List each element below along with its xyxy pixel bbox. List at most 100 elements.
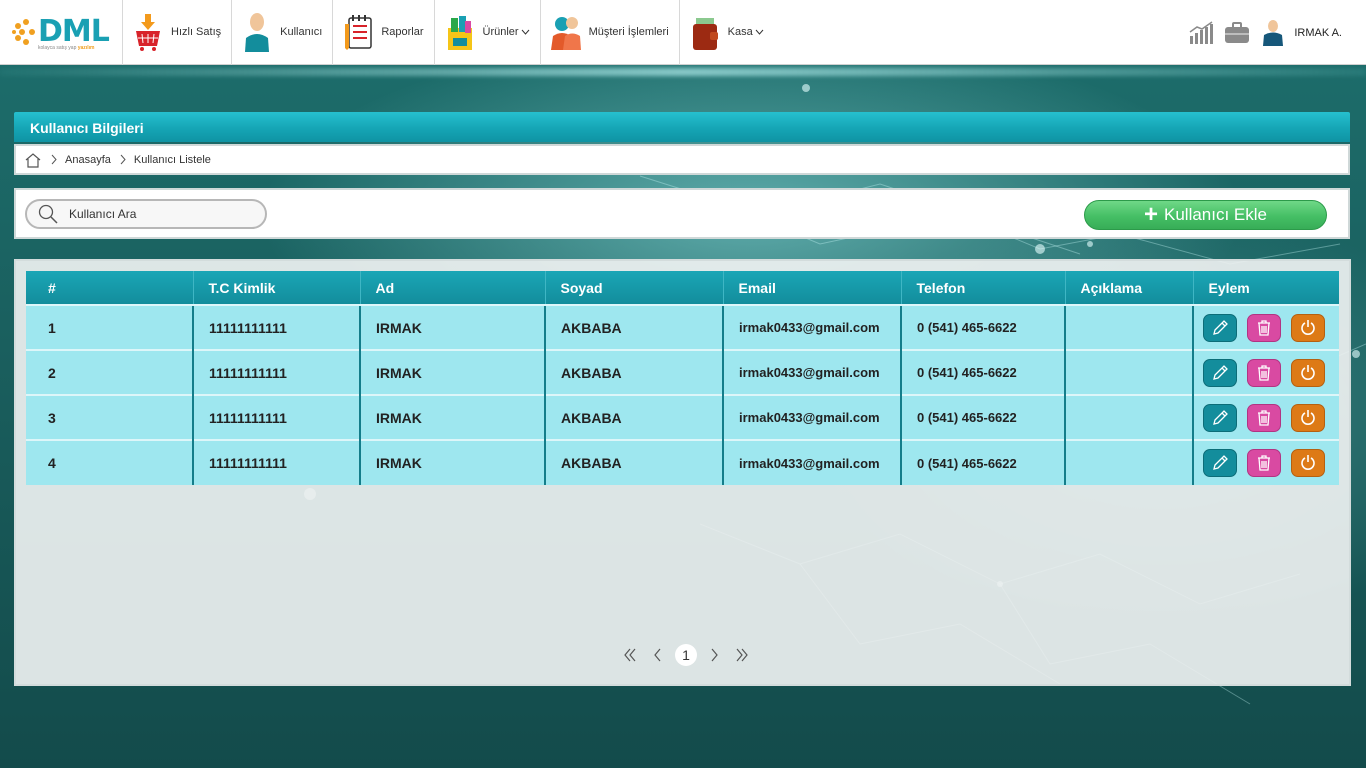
shopping-bag-icon (447, 16, 472, 50)
breadcrumb-home-link[interactable]: Anasayfa (65, 154, 111, 166)
cell-ad: IRMAK (359, 439, 545, 485)
add-user-label: Kullanıcı Ekle (1164, 205, 1267, 224)
last-page-button[interactable] (731, 644, 753, 666)
top-navbar: DML kolayca satış yap yazılım Hızlı Satı… (0, 0, 1366, 65)
cell-tc: 11111111111 (192, 304, 360, 350)
decorative-glow (0, 68, 1366, 76)
cell-ad: IRMAK (359, 349, 545, 395)
col-header-aciklama[interactable]: Açıklama (1064, 271, 1193, 305)
double-chevron-left-icon (624, 648, 636, 662)
cell-tc: 11111111111 (192, 439, 360, 485)
app-logo[interactable]: DML kolayca satış yap yazılım (0, 0, 122, 65)
next-page-button[interactable] (703, 644, 725, 666)
bar-chart-icon[interactable] (1188, 20, 1214, 46)
cell-actions (1192, 304, 1339, 350)
cell-email: irmak0433@gmail.com (722, 304, 901, 350)
table-row: 1 11111111111 IRMAK AKBABA irmak0433@gma… (26, 304, 1339, 350)
prev-page-button[interactable] (647, 644, 669, 666)
pencil-icon (1213, 364, 1228, 380)
cell-ad: IRMAK (359, 394, 545, 440)
logo-tag: yazılım (77, 44, 95, 51)
cell-no: 3 (26, 394, 193, 440)
delete-button[interactable] (1247, 449, 1281, 477)
cell-telefon: 0 (541) 465-6622 (900, 439, 1065, 485)
reset-icon (1301, 319, 1315, 335)
briefcase-icon[interactable] (1224, 20, 1250, 46)
cell-actions (1192, 439, 1339, 485)
user-icon (245, 13, 270, 52)
double-chevron-right-icon (736, 648, 748, 662)
col-header-email[interactable]: Email (722, 271, 901, 305)
reset-button[interactable] (1291, 403, 1325, 432)
col-header-telefon[interactable]: Telefon (900, 271, 1065, 305)
trash-icon (1258, 364, 1270, 381)
edit-button[interactable] (1203, 358, 1237, 387)
user-table: # T.C Kimlik Ad Soyad Email Telefon Açık… (26, 271, 1339, 485)
chevron-right-icon (711, 648, 718, 662)
basket-icon (136, 14, 160, 51)
reset-button[interactable] (1291, 449, 1325, 477)
nav-label: Kullanıcı (280, 26, 323, 38)
trash-icon (1258, 319, 1270, 336)
search-input[interactable] (69, 207, 249, 221)
nav-item-kullanici[interactable]: Kullanıcı (231, 0, 332, 65)
cell-telefon: 0 (541) 465-6622 (900, 304, 1065, 350)
delete-button[interactable] (1247, 313, 1281, 342)
search-icon (38, 204, 58, 224)
cell-aciklama (1064, 394, 1193, 440)
cell-telefon: 0 (541) 465-6622 (900, 349, 1065, 395)
col-header-tc[interactable]: T.C Kimlik (192, 271, 360, 305)
logo-subtitle: kolayca satış yap (38, 44, 77, 51)
user-avatar-icon[interactable] (1260, 19, 1286, 46)
customers-icon (550, 17, 581, 50)
cell-actions (1192, 349, 1339, 395)
table-panel: # T.C Kimlik Ad Soyad Email Telefon Açık… (14, 259, 1351, 686)
cell-actions (1192, 394, 1339, 440)
nav-label: Hızlı Satış (171, 26, 222, 38)
nav-right: IRMAK A. (1178, 0, 1342, 65)
reset-button[interactable] (1291, 358, 1325, 387)
edit-button[interactable] (1203, 449, 1237, 477)
wallet-icon (692, 18, 718, 50)
table-row: 4 11111111111 IRMAK AKBABA irmak0433@gma… (26, 439, 1339, 485)
delete-button[interactable] (1247, 403, 1281, 432)
edit-button[interactable] (1203, 313, 1237, 342)
cell-no: 4 (26, 439, 193, 485)
search-box[interactable] (25, 199, 267, 229)
cell-tc: 11111111111 (192, 349, 360, 395)
reset-icon (1301, 455, 1315, 470)
breadcrumb: Anasayfa Kullanıcı Listele (14, 144, 1350, 175)
cell-soyad: AKBABA (544, 304, 723, 350)
table-row: 2 11111111111 IRMAK AKBABA irmak0433@gma… (26, 349, 1339, 395)
col-header-soyad[interactable]: Soyad (544, 271, 723, 305)
chevron-right-icon (51, 154, 57, 165)
reset-button[interactable] (1291, 313, 1325, 342)
user-name[interactable]: IRMAK A. (1294, 27, 1342, 39)
col-header-no[interactable]: # (26, 271, 193, 305)
chevron-down-icon (755, 29, 764, 35)
cell-soyad: AKBABA (544, 394, 723, 440)
page-number[interactable]: 1 (675, 644, 697, 666)
logo-text: DML (38, 13, 110, 49)
logo-dots-icon (12, 19, 35, 45)
reset-icon (1301, 409, 1315, 425)
first-page-button[interactable] (619, 644, 641, 666)
nav-item-hizli-satis[interactable]: Hızlı Satış (122, 0, 231, 65)
home-icon[interactable] (24, 152, 42, 168)
nav-item-musteri-islemleri[interactable]: Müşteri İşlemleri (539, 0, 679, 65)
search-panel: + Kullanıcı Ekle (14, 188, 1350, 239)
col-header-ad[interactable]: Ad (359, 271, 545, 305)
cell-ad: IRMAK (359, 304, 545, 350)
table-header-row: # T.C Kimlik Ad Soyad Email Telefon Açık… (26, 271, 1339, 305)
cell-no: 1 (26, 304, 193, 350)
col-header-eylem: Eylem (1192, 271, 1339, 305)
edit-button[interactable] (1203, 403, 1237, 432)
nav-label: Müşteri İşlemleri (588, 26, 669, 38)
delete-button[interactable] (1247, 358, 1281, 387)
plus-icon: + (1143, 201, 1158, 228)
nav-item-urunler[interactable]: Ürünler (433, 0, 540, 65)
reset-icon (1301, 364, 1315, 380)
add-user-button[interactable]: + Kullanıcı Ekle (1084, 200, 1327, 230)
nav-item-raporlar[interactable]: Raporlar (332, 0, 433, 65)
nav-item-kasa[interactable]: Kasa (678, 0, 774, 65)
